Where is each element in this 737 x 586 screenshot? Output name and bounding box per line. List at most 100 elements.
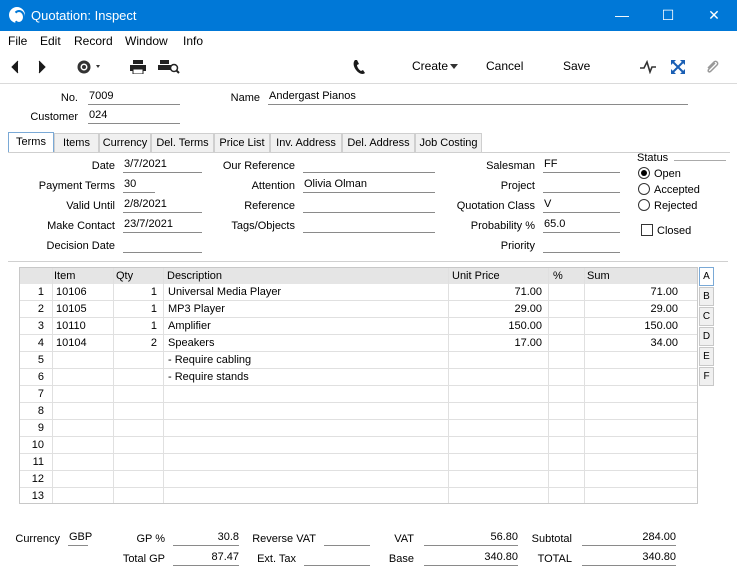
status-rejected-radio[interactable] xyxy=(638,199,650,211)
menu-window[interactable]: Window xyxy=(125,34,168,48)
print-preview-icon[interactable] xyxy=(158,60,180,74)
salesman-field[interactable]: FF xyxy=(543,158,620,173)
tags-objects-field[interactable] xyxy=(303,218,435,233)
decision-date-field[interactable] xyxy=(123,238,202,253)
sum-cell[interactable]: 34.00 xyxy=(586,337,678,349)
side-tab-f[interactable]: F xyxy=(699,367,714,386)
qty-cell[interactable]: 2 xyxy=(114,337,157,349)
tab-currency[interactable]: Currency xyxy=(99,133,151,152)
item-cell[interactable]: 10105 xyxy=(56,303,111,315)
quotation-class-field[interactable]: V xyxy=(543,198,620,213)
item-cell[interactable]: 10104 xyxy=(56,337,111,349)
table-row[interactable]: 9 xyxy=(20,420,697,437)
project-field[interactable] xyxy=(543,178,620,193)
phone-icon[interactable] xyxy=(352,59,366,75)
no-field[interactable]: 7009 xyxy=(88,90,180,105)
priority-field[interactable] xyxy=(543,238,620,253)
description-cell[interactable]: Speakers xyxy=(168,337,448,349)
item-cell[interactable]: 10106 xyxy=(56,286,111,298)
currency-field[interactable]: GBP xyxy=(68,531,92,546)
menu-file[interactable]: File xyxy=(8,34,27,48)
minimize-button[interactable]: — xyxy=(599,0,645,31)
cancel-button[interactable]: Cancel xyxy=(486,59,523,73)
paperclip-icon[interactable] xyxy=(705,59,719,75)
maximize-button[interactable]: ☐ xyxy=(645,0,691,31)
table-row[interactable]: 1 10106 1 Universal Media Player 71.00 71.00 xyxy=(20,284,697,301)
description-cell[interactable]: - Require stands xyxy=(168,371,448,383)
menu-info[interactable]: Info xyxy=(183,34,203,48)
previous-record-icon[interactable] xyxy=(10,60,20,74)
tab-del-address[interactable]: Del. Address xyxy=(342,133,415,152)
closed-checkbox[interactable] xyxy=(641,224,653,236)
unit-price-cell[interactable]: 150.00 xyxy=(450,320,542,332)
tab-terms[interactable]: Terms xyxy=(8,132,54,153)
table-row[interactable]: 6 - Require stands xyxy=(20,369,697,386)
side-tab-e[interactable]: E xyxy=(699,347,714,366)
sum-cell[interactable]: 29.00 xyxy=(586,303,678,315)
app-icon xyxy=(9,7,25,24)
date-field[interactable]: 3/7/2021 xyxy=(123,158,202,173)
table-row[interactable]: 5 - Require cabling xyxy=(20,352,697,369)
save-button[interactable]: Save xyxy=(563,59,590,73)
attention-field[interactable]: Olivia Olman xyxy=(303,178,435,193)
item-cell[interactable]: 10110 xyxy=(56,320,111,332)
tab-price-list[interactable]: Price List xyxy=(214,133,270,152)
side-tab-a[interactable]: A xyxy=(699,267,714,286)
side-tab-d[interactable]: D xyxy=(699,327,714,346)
close-button[interactable]: ✕ xyxy=(691,0,737,31)
menu-record[interactable]: Record xyxy=(74,34,113,48)
unit-price-cell[interactable]: 17.00 xyxy=(450,337,542,349)
side-tab-b[interactable]: B xyxy=(699,287,714,306)
create-dropdown-icon[interactable] xyxy=(450,64,458,69)
date-label: Date xyxy=(91,160,115,172)
name-field[interactable]: Andergast Pianos xyxy=(268,90,688,105)
activity-icon[interactable] xyxy=(640,60,656,74)
next-record-icon[interactable] xyxy=(37,60,47,74)
valid-until-field[interactable]: 2/8/2021 xyxy=(123,198,202,213)
description-cell[interactable]: MP3 Player xyxy=(168,303,448,315)
unit-price-cell[interactable]: 29.00 xyxy=(450,303,542,315)
qty-cell[interactable]: 1 xyxy=(114,286,157,298)
table-row[interactable]: 8 xyxy=(20,403,697,420)
our-reference-label: Our Reference xyxy=(222,160,295,172)
table-row[interactable]: 3 10110 1 Amplifier 150.00 150.00 xyxy=(20,318,697,335)
payment-terms-field[interactable]: 30 xyxy=(123,178,155,193)
tab-inv-address[interactable]: Inv. Address xyxy=(270,133,342,152)
attention-label: Attention xyxy=(251,180,295,192)
customer-field[interactable]: 024 xyxy=(88,109,180,124)
menu-edit[interactable]: Edit xyxy=(40,34,61,48)
table-row[interactable]: 12 xyxy=(20,471,697,488)
table-row[interactable]: 10 xyxy=(20,437,697,454)
sum-cell[interactable]: 150.00 xyxy=(586,320,678,332)
tab-items[interactable]: Items xyxy=(54,133,99,152)
table-row[interactable]: 11 xyxy=(20,454,697,471)
sum-cell[interactable]: 71.00 xyxy=(586,286,678,298)
qty-cell[interactable]: 1 xyxy=(114,303,157,315)
side-tab-c[interactable]: C xyxy=(699,307,714,326)
description-cell[interactable]: - Require cabling xyxy=(168,354,448,366)
status-open-radio[interactable] xyxy=(638,167,650,179)
tab-job-costing[interactable]: Job Costing xyxy=(415,133,482,152)
expand-icon[interactable] xyxy=(670,59,686,75)
section-divider xyxy=(8,261,728,262)
status-accepted-radio[interactable] xyxy=(638,183,650,195)
tags-objects-label: Tags/Objects xyxy=(231,220,295,232)
tab-del-terms[interactable]: Del. Terms xyxy=(151,133,214,152)
table-row[interactable]: 2 10105 1 MP3 Player 29.00 29.00 xyxy=(20,301,697,318)
make-contact-field[interactable]: 23/7/2021 xyxy=(123,218,202,233)
our-reference-field[interactable] xyxy=(303,158,435,173)
column-divider xyxy=(113,268,114,503)
reference-label: Reference xyxy=(244,200,295,212)
description-cell[interactable]: Universal Media Player xyxy=(168,286,448,298)
unit-price-cell[interactable]: 71.00 xyxy=(450,286,542,298)
qty-cell[interactable]: 1 xyxy=(114,320,157,332)
description-cell[interactable]: Amplifier xyxy=(168,320,448,332)
create-button[interactable]: Create xyxy=(412,59,448,73)
printer-icon[interactable] xyxy=(130,60,146,74)
table-row[interactable]: 4 10104 2 Speakers 17.00 34.00 xyxy=(20,335,697,352)
table-row[interactable]: 13 xyxy=(20,488,697,503)
gear-icon[interactable] xyxy=(76,59,104,75)
reference-field[interactable] xyxy=(303,198,435,213)
table-row[interactable]: 7 xyxy=(20,386,697,403)
probability-field[interactable]: 65.0 xyxy=(543,218,620,233)
